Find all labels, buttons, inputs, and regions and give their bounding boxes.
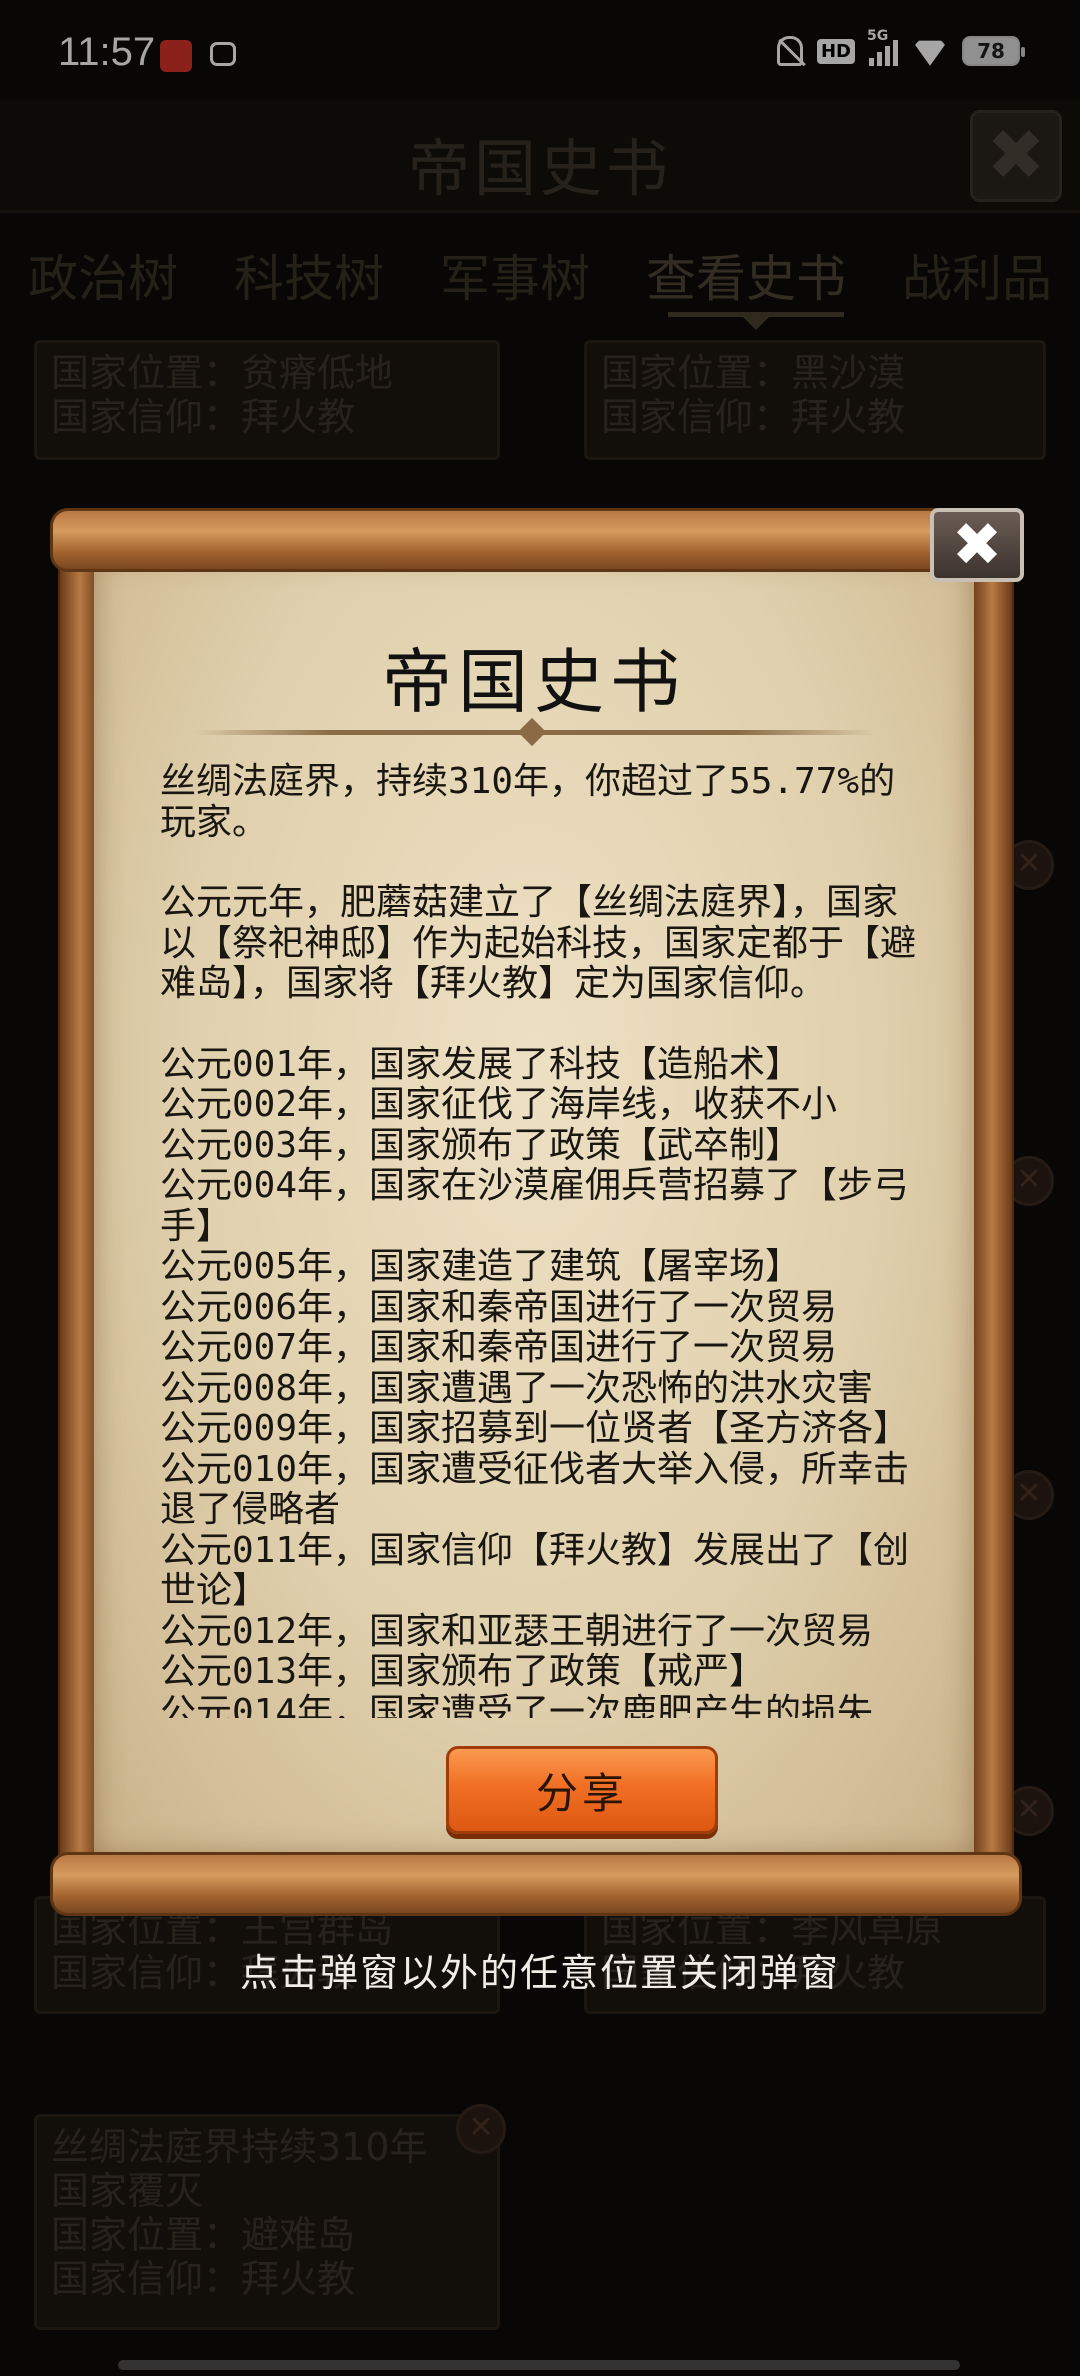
home-indicator[interactable] bbox=[118, 2360, 960, 2370]
history-entry: 公元012年，国家和亚瑟王朝进行了一次贸易 bbox=[160, 1610, 874, 1652]
history-entry: 公元001年，国家发展了科技【造船术】 bbox=[160, 1043, 802, 1085]
history-entry: 公元009年，国家招募到一位贤者【圣方济各】 bbox=[160, 1408, 910, 1449]
modal-close-button[interactable]: ✖ bbox=[930, 508, 1024, 582]
modal-title: 帝国史书 bbox=[382, 641, 686, 723]
scroll-rod-bottom bbox=[50, 1852, 1022, 1916]
history-modal: 帝国史书 丝绸法庭界，持续310年，你超过了55.77%的玩家。 公元元年，肥蘑… bbox=[50, 508, 1024, 1928]
history-entry: 公元006年，国家和秦帝国进行了一次贸易 bbox=[160, 1286, 838, 1328]
history-entry: 公元013年，国家颁布了政策【戒严】 bbox=[160, 1651, 766, 1692]
history-entry: 公元010年，国家遭受征伐者大举入侵，所幸击退了侵略者 bbox=[160, 1448, 910, 1530]
scroll-side-right bbox=[970, 548, 1014, 1868]
history-summary: 丝绸法庭界，持续310年，你超过了55.77%的玩家。 bbox=[160, 762, 896, 843]
history-entry: 公元003年，国家颁布了政策【武卒制】 bbox=[160, 1124, 802, 1166]
dismiss-hint: 点击弹窗以外的任意位置关闭弹窗 bbox=[239, 1951, 840, 1995]
parchment: 帝国史书 丝绸法庭界，持续310年，你超过了55.77%的玩家。 公元元年，肥蘑… bbox=[94, 556, 974, 1856]
history-text[interactable]: 丝绸法庭界，持续310年，你超过了55.77%的玩家。 公元元年，肥蘑菇建立了【… bbox=[160, 762, 916, 1718]
history-entry: 公元004年，国家在沙漠雇佣兵营招募了【步弓手】 bbox=[160, 1165, 910, 1247]
history-entry: 公元011年，国家信仰【拜火教】发展出了【创世论】 bbox=[160, 1529, 910, 1611]
history-entry: 公元002年，国家征伐了海岸线，收获不小 bbox=[160, 1084, 838, 1125]
scroll-rod-top bbox=[50, 508, 1000, 572]
share-button[interactable]: 分享 bbox=[446, 1746, 718, 1834]
history-entry: 公元005年，国家建造了建筑【屠宰场】 bbox=[160, 1246, 802, 1287]
history-entry: 公元014年，国家遭受了一次鹿肥产生的损失 bbox=[160, 1691, 874, 1718]
history-entry: 公元008年，国家遭遇了一次恐怖的洪水灾害 bbox=[160, 1367, 874, 1409]
history-entry: 公元007年，国家和秦帝国进行了一次贸易 bbox=[160, 1327, 838, 1368]
history-founding: 公元元年，肥蘑菇建立了【丝绸法庭界】，国家以【祭祀神邸】作为起始科技，国家定都于… bbox=[160, 882, 916, 1004]
